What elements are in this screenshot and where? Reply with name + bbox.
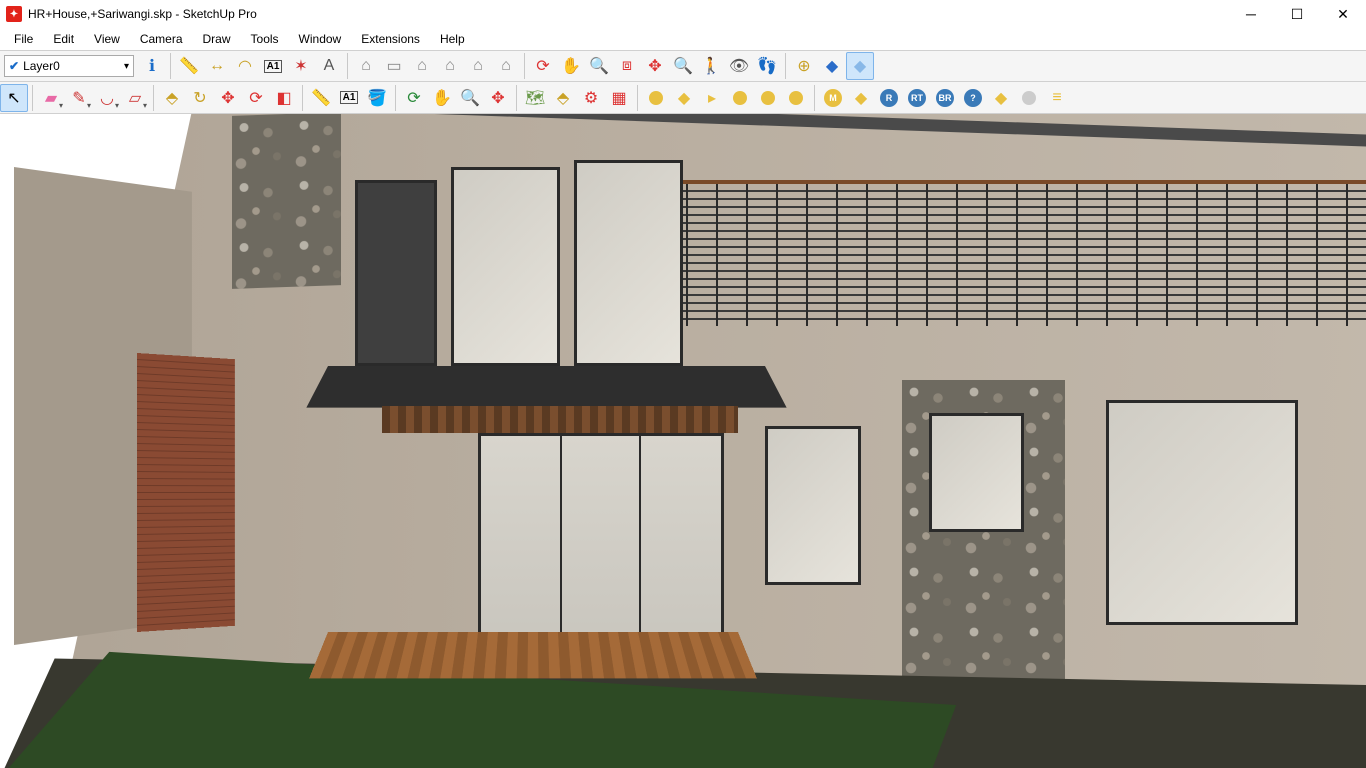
scale-tool-icon[interactable]: ◧ — [270, 84, 298, 112]
look-around-icon[interactable]: 👁 — [725, 52, 753, 80]
scene-wood-deck — [309, 632, 757, 679]
orbit2-icon[interactable]: ⟳ — [400, 84, 428, 112]
vray-diamond-icon[interactable]: ◆ — [987, 84, 1015, 112]
scene-window-upper-2 — [451, 167, 560, 366]
plugin-yellow3-icon[interactable] — [726, 84, 754, 112]
walkthrough-icon[interactable]: 👣 — [753, 52, 781, 80]
rectangle-tool-icon[interactable]: ▱ — [121, 84, 149, 112]
move-tool-icon[interactable]: ✥ — [214, 84, 242, 112]
scene-canopy — [306, 366, 787, 408]
scene-balcony — [656, 180, 1366, 326]
scene-window-mid-1 — [765, 426, 861, 585]
position-camera-icon[interactable]: ⊕ — [790, 52, 818, 80]
menu-draw[interactable]: Draw — [193, 30, 241, 48]
plugin-yellow4-icon[interactable] — [754, 84, 782, 112]
zoom2-icon[interactable]: 🔍 — [456, 84, 484, 112]
close-button[interactable]: ✕ — [1320, 0, 1366, 28]
push-pull-icon[interactable]: ⬘ — [158, 84, 186, 112]
orbit-icon[interactable]: ⟳ — [529, 52, 557, 80]
maximize-button[interactable]: ☐ — [1274, 0, 1320, 28]
plugin-yellow5-icon[interactable] — [782, 84, 810, 112]
scene-window-right — [1106, 400, 1297, 626]
extension-warehouse-icon[interactable]: ⚙ — [577, 84, 605, 112]
iso-view-icon[interactable]: ⌂ — [352, 52, 380, 80]
3d-text-icon[interactable]: A — [315, 52, 343, 80]
follow-me-icon[interactable]: ↻ — [186, 84, 214, 112]
window-title: HR+House,+Sariwangi.skp - SketchUp Pro — [28, 7, 257, 21]
menu-extensions[interactable]: Extensions — [351, 30, 430, 48]
menu-help[interactable]: Help — [430, 30, 475, 48]
right-view-icon[interactable]: ⌂ — [436, 52, 464, 80]
zoom-icon[interactable]: 🔍 — [585, 52, 613, 80]
vray-stripes-icon[interactable]: ≡ — [1043, 84, 1071, 112]
menubar: File Edit View Camera Draw Tools Window … — [0, 28, 1366, 50]
geolocation-icon[interactable]: 🗺 — [521, 84, 549, 112]
plugin-yellow1-icon[interactable] — [642, 84, 670, 112]
pan2-icon[interactable]: ✋ — [428, 84, 456, 112]
menu-view[interactable]: View — [84, 30, 130, 48]
menu-file[interactable]: File — [4, 30, 43, 48]
tape-measure2-icon[interactable]: 📏 — [307, 84, 335, 112]
scene-window-upper-1 — [355, 180, 437, 366]
section-plane-icon[interactable]: ◆ — [818, 52, 846, 80]
menu-camera[interactable]: Camera — [130, 30, 193, 48]
plugin-flag-icon[interactable]: ▸ — [698, 84, 726, 112]
layer-info-icon[interactable]: ℹ — [138, 52, 166, 80]
layout-icon[interactable]: ▦ — [605, 84, 633, 112]
left-view-icon[interactable]: ⌂ — [492, 52, 520, 80]
rotate-tool-icon[interactable]: ⟳ — [242, 84, 270, 112]
dimensions-icon[interactable]: ↔ — [203, 52, 231, 80]
front-view-icon[interactable]: ⌂ — [408, 52, 436, 80]
axes-icon[interactable]: ✶ — [287, 52, 315, 80]
arc-tool-icon[interactable]: ◡ — [93, 84, 121, 112]
vray-rt-icon[interactable]: RT — [903, 84, 931, 112]
section-display-icon[interactable]: ◆ — [846, 52, 874, 80]
3d-warehouse-icon[interactable]: ⬘ — [549, 84, 577, 112]
vray-sun-icon[interactable] — [1015, 84, 1043, 112]
sketchup-app-icon: ✦ — [6, 6, 22, 22]
plugin-yellow2-icon[interactable]: ◆ — [670, 84, 698, 112]
line-tool-icon[interactable]: ✎ — [65, 84, 93, 112]
vray-br-icon[interactable]: BR — [931, 84, 959, 112]
menu-window[interactable]: Window — [289, 30, 352, 48]
toolbar-row-2: ↖▰✎◡▱⬘↻✥⟳◧📏A1🪣⟳✋🔍✥🗺⬘⚙▦◆▸M◆RRTBR?◆≡ — [0, 82, 1366, 114]
protractor-icon[interactable]: ◠ — [231, 52, 259, 80]
scene-glass-doors — [478, 433, 724, 659]
scene-canopy-soffit — [382, 406, 737, 433]
vray-o-icon[interactable]: ◆ — [847, 84, 875, 112]
menu-edit[interactable]: Edit — [43, 30, 84, 48]
scene-window-mid-2 — [929, 413, 1025, 533]
layer-select[interactable]: ✔Layer0▾ — [4, 55, 134, 77]
tape-measure-icon[interactable]: 📏 — [175, 52, 203, 80]
scene-brick-panel — [137, 353, 235, 632]
back-view-icon[interactable]: ⌂ — [464, 52, 492, 80]
scene-stone-upper — [232, 114, 341, 289]
zoom-extents-icon[interactable]: ✥ — [641, 52, 669, 80]
vray-m-icon[interactable]: M — [819, 84, 847, 112]
paint-bucket-icon[interactable]: 🪣 — [363, 84, 391, 112]
eraser-tool-icon[interactable]: ▰ — [37, 84, 65, 112]
minimize-button[interactable]: ─ — [1228, 0, 1274, 28]
layer-selected-label: Layer0 — [23, 59, 60, 73]
walk-icon[interactable]: 🚶 — [697, 52, 725, 80]
titlebar: ✦ HR+House,+Sariwangi.skp - SketchUp Pro… — [0, 0, 1366, 28]
text-label2-icon[interactable]: A1 — [335, 84, 363, 112]
model-viewport[interactable] — [0, 114, 1366, 768]
previous-view-icon[interactable]: 🔍 — [669, 52, 697, 80]
text-label-icon[interactable]: A1 — [259, 52, 287, 80]
zoom-window-icon[interactable]: ⧈ — [613, 52, 641, 80]
select-tool-icon[interactable]: ↖ — [0, 84, 28, 112]
top-view-icon[interactable]: ▭ — [380, 52, 408, 80]
pan-icon[interactable]: ✋ — [557, 52, 585, 80]
scene-window-upper-3 — [574, 160, 683, 366]
menu-tools[interactable]: Tools — [241, 30, 289, 48]
vray-help-icon[interactable]: ? — [959, 84, 987, 112]
vray-r-icon[interactable]: R — [875, 84, 903, 112]
toolbar-row-1: ✔Layer0▾ℹ📏↔◠A1✶A⌂▭⌂⌂⌂⌂⟳✋🔍⧈✥🔍🚶👁👣⊕◆◆ — [0, 50, 1366, 82]
zoom-extents2-icon[interactable]: ✥ — [484, 84, 512, 112]
